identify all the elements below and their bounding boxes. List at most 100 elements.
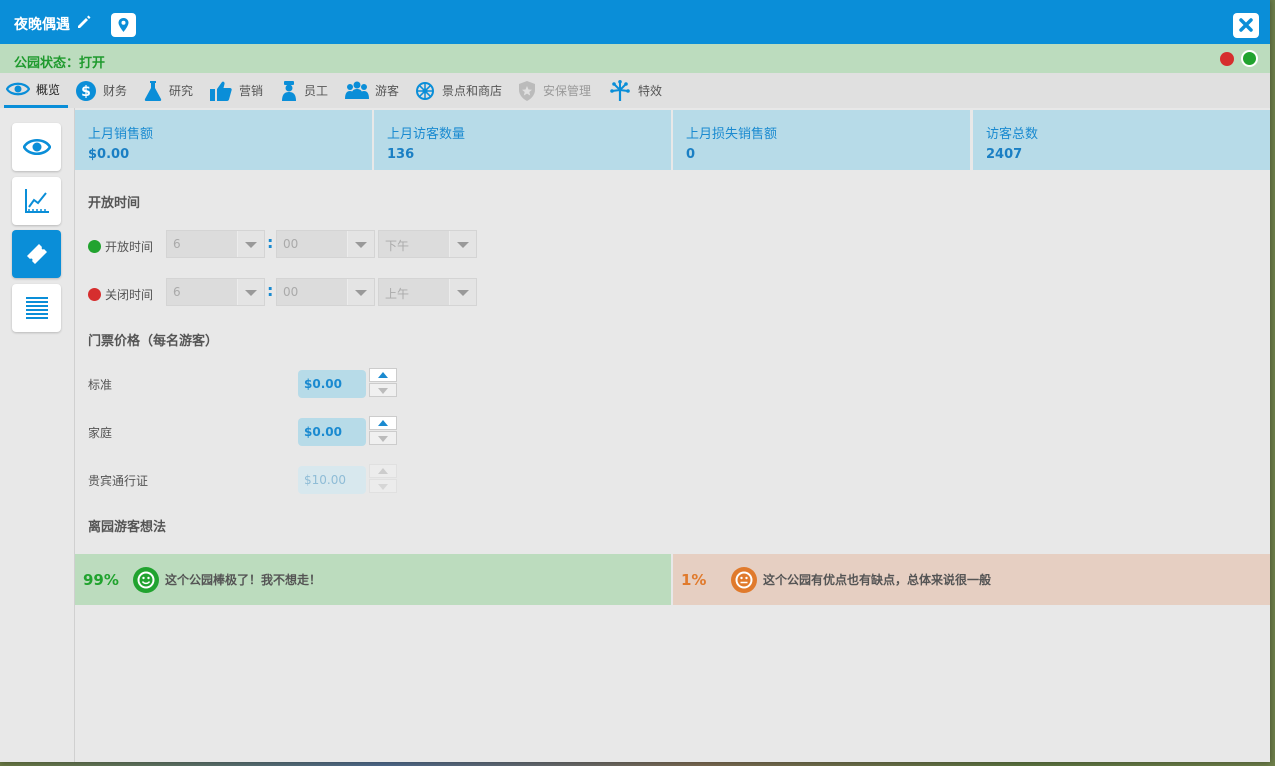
select-value: 00 xyxy=(283,285,299,299)
title-bar: 夜晚偶遇 xyxy=(0,0,1270,44)
tab-guests[interactable]: 游客 xyxy=(345,73,399,108)
park-name: 夜晚偶遇 xyxy=(14,17,70,33)
overview-panel: 上月销售额 $0.00 上月访客数量 136 上月损失销售额 0 访客总数 24… xyxy=(75,108,1270,762)
close-hour-select[interactable]: 6 xyxy=(166,278,265,306)
time-separator: : xyxy=(267,281,274,300)
close-status-dot xyxy=(88,288,101,301)
tab-label: 特效 xyxy=(638,84,663,98)
open-hour-select[interactable]: 6 xyxy=(166,230,265,258)
tab-overview[interactable]: 概览 xyxy=(4,73,68,108)
stat-value: 136 xyxy=(387,147,415,162)
ticket-price-heading: 门票价格（每名游客） xyxy=(88,334,219,349)
positive-thought-text: 这个公园棒极了！我不想走！ xyxy=(165,573,322,587)
stat-card-last-month-sales: 上月销售额 $0.00 xyxy=(75,110,372,170)
standard-price-input[interactable]: $0.00 xyxy=(298,370,366,398)
pencil-icon[interactable] xyxy=(76,14,92,30)
standard-price-label: 标准 xyxy=(88,378,113,392)
stat-card-total-guests: 访客总数 2407 xyxy=(973,110,1270,170)
neutral-thought-text: 这个公园有优点也有缺点，总体来说很一般 xyxy=(763,573,992,587)
decrement-button[interactable] xyxy=(369,431,397,445)
tab-label: 员工 xyxy=(304,84,329,98)
close-time-text: 关闭时间 xyxy=(105,288,154,302)
tab-label: 安保管理 xyxy=(543,84,592,98)
tab-label: 财务 xyxy=(103,84,128,98)
chevron-down-icon xyxy=(449,279,476,305)
dollar-icon: $ xyxy=(76,80,96,101)
stat-label: 访客总数 xyxy=(986,127,1039,142)
increment-button[interactable] xyxy=(369,368,397,382)
close-icon xyxy=(1239,18,1253,32)
decrement-button xyxy=(369,479,397,493)
stat-label: 上月损失销售额 xyxy=(686,127,778,142)
sidebar xyxy=(0,108,75,762)
price-value: $0.00 xyxy=(304,377,342,391)
tab-rides-shops[interactable]: 景点和商店 xyxy=(414,73,502,108)
map-pin-icon xyxy=(118,18,129,32)
tab-label: 景点和商店 xyxy=(442,84,503,98)
chevron-down-icon xyxy=(237,231,264,257)
vip-price-stepper xyxy=(369,464,397,494)
stat-card-lost-sales: 上月损失销售额 0 xyxy=(673,110,970,170)
tab-label: 概览 xyxy=(36,82,61,97)
locate-button[interactable] xyxy=(111,13,136,37)
select-value: 上午 xyxy=(385,287,410,301)
tab-label: 营销 xyxy=(239,84,264,98)
svg-text:$: $ xyxy=(81,84,91,100)
neutral-thought-row: 1% 这个公园有优点也有缺点，总体来说很一般 xyxy=(673,554,1270,605)
sidebar-graphs-button[interactable] xyxy=(12,177,61,225)
opening-hours-heading: 开放时间 xyxy=(88,196,141,211)
park-window: 夜晚偶遇 公园状态：打开 概览 $ 财务 研究 营销 员工 游客 景点和商店 安… xyxy=(0,0,1270,762)
chevron-down-icon xyxy=(449,231,476,257)
sidebar-tickets-button[interactable] xyxy=(12,230,61,278)
tab-staff[interactable]: 员工 xyxy=(280,73,328,108)
close-park-toggle[interactable] xyxy=(1220,52,1234,66)
select-value: 00 xyxy=(283,237,299,251)
stat-card-last-month-guests: 上月访客数量 136 xyxy=(374,110,671,170)
tab-finance[interactable]: $ 财务 xyxy=(75,73,127,108)
select-value: 6 xyxy=(173,285,181,299)
tab-effects[interactable]: 特效 xyxy=(608,73,662,108)
decrement-button[interactable] xyxy=(369,383,397,397)
family-price-input[interactable]: $0.00 xyxy=(298,418,366,446)
neutral-face-icon xyxy=(731,566,757,593)
flask-icon xyxy=(144,80,162,101)
tab-research[interactable]: 研究 xyxy=(143,73,193,108)
open-status-dot xyxy=(88,240,101,253)
positive-thought-row: 99% 这个公园棒极了！我不想走！ xyxy=(75,554,671,605)
ferris-wheel-icon xyxy=(416,81,434,100)
increment-button[interactable] xyxy=(369,416,397,430)
chevron-down-icon xyxy=(347,231,374,257)
standard-price-stepper[interactable] xyxy=(369,368,397,398)
fireworks-icon xyxy=(610,79,630,101)
sidebar-list-button[interactable] xyxy=(12,284,61,332)
open-time-text: 开放时间 xyxy=(105,240,154,254)
open-ampm-select[interactable]: 下午 xyxy=(378,230,477,258)
park-status-text: 公园状态：打开 xyxy=(14,56,106,71)
guest-thoughts-heading: 离园游客想法 xyxy=(88,520,167,535)
stat-label: 上月访客数量 xyxy=(387,127,466,142)
close-button[interactable] xyxy=(1233,13,1259,38)
family-price-stepper[interactable] xyxy=(369,416,397,446)
list-icon xyxy=(25,297,48,319)
park-status-bar: 公园状态：打开 xyxy=(0,44,1270,73)
line-chart-icon xyxy=(24,189,49,213)
family-price-label: 家庭 xyxy=(88,426,113,440)
select-value: 6 xyxy=(173,237,181,251)
vip-price-label: 贵宾通行证 xyxy=(88,474,149,488)
close-ampm-select[interactable]: 上午 xyxy=(378,278,477,306)
open-minute-select[interactable]: 00 xyxy=(276,230,375,258)
price-value: $10.00 xyxy=(304,473,346,487)
open-time-label: 开放时间 xyxy=(88,238,153,255)
happy-face-icon xyxy=(133,566,159,593)
sidebar-overview-button[interactable] xyxy=(12,123,61,171)
tab-security[interactable]: 安保管理 xyxy=(517,73,591,108)
tab-label: 研究 xyxy=(169,84,194,98)
increment-button xyxy=(369,464,397,478)
price-value: $0.00 xyxy=(304,425,342,439)
thumbs-up-icon xyxy=(210,81,232,101)
neutral-thought-percent: 1% xyxy=(681,570,707,589)
tab-marketing[interactable]: 营销 xyxy=(209,73,263,108)
close-minute-select[interactable]: 00 xyxy=(276,278,375,306)
open-park-toggle[interactable] xyxy=(1241,50,1258,67)
select-value: 下午 xyxy=(385,239,410,253)
